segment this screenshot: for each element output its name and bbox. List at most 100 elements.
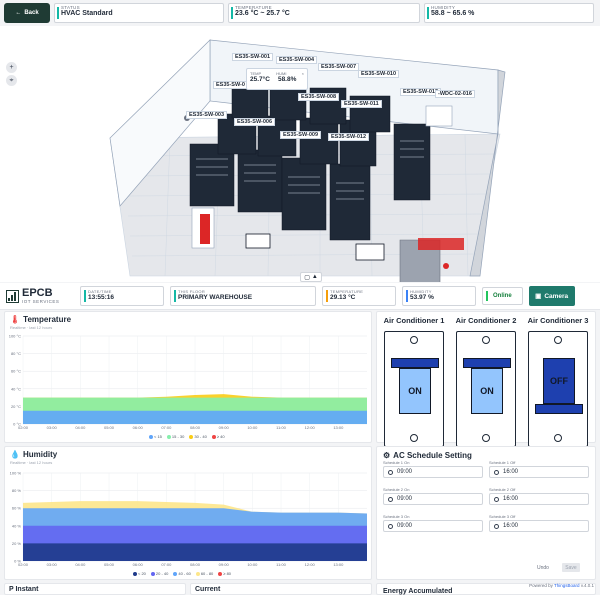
rack-label[interactable]: ES35-SW-011 [341,100,382,108]
close-icon[interactable]: × [302,71,304,76]
ac-switch-plate: ON [456,331,516,447]
schedule-3-off: Schedule 3 Off 16:00 [489,514,589,532]
rack-label[interactable]: ES35-SW-003 [186,111,228,119]
dashboard-header: EPCB IOT SERVICES DATE/TIME 13:55:16 THI… [0,283,600,310]
humidity-legend: < 20 20 - 40 40 - 60 60 - 80 ≥ 80 [133,571,231,576]
powered-by: Powered by ThingsBoard v.4.0.1 [529,583,594,588]
rack-label[interactable]: ES35-SW-012 [328,133,370,141]
y-tick-label: 80 °C [11,351,21,356]
rack-label[interactable]: -WDC-02-016 [435,90,475,98]
temperature-legend: < 15 15 - 30 30 - 40 ≥ 40 [149,434,225,439]
legend-item: ≥ 40 [211,434,225,439]
time-input[interactable]: 16:00 [489,520,589,532]
clock-icon [494,469,499,475]
thingsboard-link[interactable]: ThingsBoard [554,583,580,588]
schedule-2-on: Schedule 2 On 09:00 [383,487,483,505]
ac-switch-plate: ON [384,331,444,447]
trash-icon: ▢ [304,274,310,281]
online-status-badge: Online [482,287,523,305]
humidity-chart: 0 %20 %40 %60 %80 %100 %02:00 03:00 04:00 0… [10,471,367,567]
temperature-chart: 0 °C20 °C40 °C60 °C80 °C100 °C02:00 03:00… [9,334,367,430]
x-tick-label: 04:00 [75,562,86,567]
x-tick-label: 06:00 [133,425,144,430]
undo-button[interactable]: Undo [537,565,549,571]
x-tick-label: 02:00 [18,562,29,567]
sensor-tooltip: TEMP HUMI × 25.7°C 58.8% [246,68,308,90]
x-tick-label: 11:00 [276,425,286,430]
rack-label[interactable]: ES35-SW-004 [276,56,318,64]
time-input[interactable]: 16:00 [489,466,589,478]
ac-2-toggle[interactable]: ON [463,358,511,414]
save-button[interactable]: Save [562,563,580,572]
collapse-button[interactable]: ▢ ▲ [300,272,322,282]
top-bar: ← Back STATUS HVAC Standard TEMPERATURE … [0,0,600,26]
y-tick-label: 100 % [10,471,22,476]
series-area-0 [23,410,367,424]
temperature-range-card: TEMPERATURE 23.6 °C ~ 25.7 °C [228,3,420,23]
x-tick-label: 11:00 [276,562,286,567]
x-tick-label: 07:00 [161,425,172,430]
floor-card: THIS FLOOR PRIMARY WAREHOUSE [170,286,316,306]
series-area-0 [23,543,367,561]
locate-icon[interactable]: ⌖ [6,75,17,86]
y-tick-label: 60 % [12,506,22,511]
camera-icon: ▣ [535,293,542,300]
status-card: STATUS HVAC Standard [54,3,224,23]
screw-icon [410,336,418,344]
humidity-range-card: HUMIDITY 58.8 ~ 65.6 % [424,3,594,23]
x-tick-label: 10:00 [247,562,258,567]
schedule-3-on: Schedule 3 On 09:00 [383,514,483,532]
ac-unit-1: Air Conditioner 1 ON [379,316,449,447]
clock-icon [388,496,393,502]
x-tick-label: 03:00 [47,562,58,567]
back-button[interactable]: ← Back [4,3,50,23]
time-input[interactable]: 09:00 [383,493,483,505]
rack-label[interactable]: ES35-SW-009 [280,131,322,139]
camera-button[interactable]: ▣ Camera [528,286,575,306]
x-tick-label: 02:00 [18,425,29,430]
clock-icon [494,496,499,502]
ac-3-toggle[interactable]: OFF [535,358,583,414]
x-tick-label: 09:00 [219,425,230,430]
y-tick-label: 60 °C [11,369,21,374]
schedule-1-off: Schedule 1 Off 16:00 [489,460,589,478]
clock-icon [388,469,393,475]
y-tick-label: 80 % [12,488,22,493]
datacenter-3d-view[interactable]: ES35-SW-001 ES35-SW-004 ES35-SW-007 ES35… [0,26,600,295]
clock-icon [388,523,393,529]
temperature-panel: 🌡 Temperature Realtime · last 12 hours 0… [4,311,372,443]
time-input[interactable]: 16:00 [489,493,589,505]
schedule-2-off: Schedule 2 Off 16:00 [489,487,589,505]
x-tick-label: 07:00 [161,562,172,567]
rack-label[interactable]: ES35-SW-006 [234,118,276,126]
logo-icon [6,289,19,303]
rack-label[interactable]: ES35-SW-0 [213,81,248,89]
x-tick-label: 03:00 [47,425,58,430]
gear-icon: ⚙ [383,451,391,460]
rack-label[interactable]: ES35-SW-010 [358,70,400,78]
screw-icon [554,434,562,442]
time-input[interactable]: 09:00 [383,520,483,532]
x-tick-label: 12:00 [305,562,316,567]
chevron-up-icon: ▲ [311,274,318,280]
y-tick-label: 100 °C [9,334,21,339]
zoom-in-button[interactable]: + [6,62,17,73]
legend-item: ≥ 80 [218,571,231,576]
legend-item: 60 - 80 [195,571,213,576]
clock-icon [494,523,499,529]
current-panel: Current [190,583,372,595]
y-tick-label: 20 % [12,541,22,546]
x-tick-label: 08:00 [190,562,201,567]
temperature-card: TEMPERATURE 29.13 °C [322,286,396,306]
rack-label[interactable]: ES35-SW-008 [298,93,340,101]
legend-item: 20 - 40 [150,571,168,576]
y-tick-label: 40 °C [11,386,21,391]
time-input[interactable]: 09:00 [383,466,483,478]
legend-item: < 20 [133,571,146,576]
ac-1-toggle[interactable]: ON [391,358,439,414]
room-render [109,39,506,295]
scene-controls: + ⌖ [6,62,17,86]
rack-label[interactable]: ES35-SW-007 [318,63,360,71]
rack-label[interactable]: ES35-SW-001 [232,53,274,61]
logo: EPCB IOT SERVICES [6,288,74,304]
